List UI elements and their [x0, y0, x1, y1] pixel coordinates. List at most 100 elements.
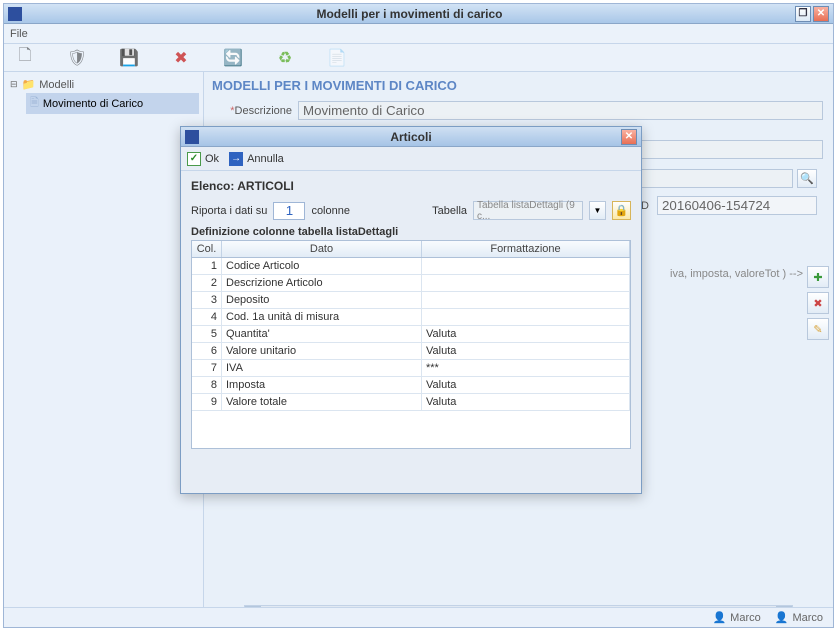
cell-fmt[interactable]: *** — [422, 360, 630, 376]
grid-body[interactable]: 1Codice Articolo2Descrizione Articolo3De… — [192, 258, 630, 448]
cell-dato[interactable]: Imposta — [222, 377, 422, 393]
cell-dato[interactable]: Codice Articolo — [222, 258, 422, 274]
status-user-2: 👤Marco — [775, 611, 823, 624]
user-icon: 👤 — [712, 611, 726, 624]
cell-dato[interactable]: Quantita' — [222, 326, 422, 342]
close-button[interactable]: ✕ — [813, 6, 829, 22]
doc-icon: 🗎 — [30, 94, 39, 113]
columns-grid: Col. Dato Formattazione 1Codice Articolo… — [191, 240, 631, 449]
ok-icon: ✓ — [187, 152, 201, 166]
table-row[interactable]: 4Cod. 1a unità di misura — [192, 309, 630, 326]
edit-button[interactable]: ✎ — [807, 318, 829, 340]
riporta-label: Riporta i dati su — [191, 205, 267, 217]
menubar: File — [4, 24, 833, 44]
table-row[interactable]: 6Valore unitarioValuta — [192, 343, 630, 360]
table-row[interactable]: 7IVA*** — [192, 360, 630, 377]
tree-child-label: Movimento di Carico — [43, 98, 143, 110]
cell-dato[interactable]: Valore totale — [222, 394, 422, 410]
user-icon: 👤 — [775, 611, 789, 624]
menu-file[interactable]: File — [10, 28, 28, 40]
main-titlebar: Modelli per i movimenti di carico ❐ ✕ — [4, 4, 833, 24]
app-icon — [8, 7, 22, 21]
annulla-button[interactable]: → Annulla — [229, 152, 284, 166]
cell-dato[interactable]: Valore unitario — [222, 343, 422, 359]
export-icon[interactable]: 📄 — [326, 47, 348, 69]
tree-root[interactable]: ⊟ 📁 Modelli — [8, 76, 199, 93]
bg-text-hint: iva, imposta, valoreTot ) --> — [670, 268, 803, 280]
cell-col[interactable]: 7 — [192, 360, 222, 376]
cell-col[interactable]: 5 — [192, 326, 222, 342]
window-title: Modelli per i movimenti di carico — [26, 7, 793, 21]
ok-button[interactable]: ✓ Ok — [187, 152, 219, 166]
tabella-combo-button[interactable]: ▼ — [589, 201, 606, 220]
restore-button[interactable]: ❐ — [795, 6, 811, 22]
folder-icon: 📁 — [22, 78, 36, 91]
refresh-icon[interactable]: 🔄 — [222, 47, 244, 69]
lock-button[interactable]: 🔒 — [612, 201, 631, 220]
colonne-label: colonne — [311, 205, 350, 217]
cell-fmt[interactable]: Valuta — [422, 343, 630, 359]
tabella-label: Tabella — [432, 205, 467, 217]
dialog-body: Elenco: ARTICOLI Riporta i dati su colon… — [181, 171, 641, 493]
statusbar: 👤Marco 👤Marco — [4, 607, 833, 627]
cols-row: Riporta i dati su colonne Tabella Tabell… — [191, 201, 631, 220]
cell-col[interactable]: 3 — [192, 292, 222, 308]
tabella-combo[interactable]: Tabella listaDettagli (9 c... — [473, 201, 583, 220]
save-icon[interactable]: 💾 — [118, 47, 140, 69]
cell-col[interactable]: 1 — [192, 258, 222, 274]
add-button[interactable]: ✚ — [807, 266, 829, 288]
cell-dato[interactable]: Cod. 1a unità di misura — [222, 309, 422, 325]
definizione-heading: Definizione colonne tabella listaDettagl… — [191, 226, 631, 238]
descrizione-label: *Descrizione — [208, 105, 298, 117]
dialog-app-icon — [185, 130, 199, 144]
dialog-close-button[interactable]: ✕ — [621, 129, 637, 145]
cell-col[interactable]: 6 — [192, 343, 222, 359]
header-dato[interactable]: Dato — [222, 241, 422, 257]
table-row[interactable]: 9Valore totaleValuta — [192, 394, 630, 411]
new-doc-icon[interactable]: 🗋 — [14, 47, 36, 69]
id-input — [657, 196, 817, 215]
tree-root-label: Modelli — [39, 79, 74, 91]
table-row[interactable]: 3Deposito — [192, 292, 630, 309]
cell-col[interactable]: 4 — [192, 309, 222, 325]
sidebar: ⊟ 📁 Modelli 🗎 Movimento di Carico — [4, 72, 204, 627]
status-user-1: 👤Marco — [712, 611, 760, 624]
dialog-toolbar: ✓ Ok → Annulla — [181, 147, 641, 171]
cell-col[interactable]: 2 — [192, 275, 222, 291]
main-toolbar: 🗋 🛡 💾 ✖ 🔄 ♻ 📄 — [4, 44, 833, 72]
table-row[interactable]: 1Codice Articolo — [192, 258, 630, 275]
articoli-dialog: Articoli ✕ ✓ Ok → Annulla Elenco: ARTICO… — [180, 126, 642, 494]
cell-fmt[interactable] — [422, 275, 630, 291]
cell-fmt[interactable] — [422, 309, 630, 325]
cell-dato[interactable]: Descrizione Articolo — [222, 275, 422, 291]
cell-fmt[interactable]: Valuta — [422, 377, 630, 393]
recycle-icon[interactable]: ♻ — [274, 47, 296, 69]
cell-fmt[interactable] — [422, 292, 630, 308]
delete-icon[interactable]: ✖ — [170, 47, 192, 69]
section-title: MODELLI PER I MOVIMENTI DI CARICO — [208, 76, 823, 99]
cell-fmt[interactable]: Valuta — [422, 326, 630, 342]
cell-fmt[interactable] — [422, 258, 630, 274]
elenco-heading: Elenco: ARTICOLI — [191, 179, 631, 193]
shield-icon[interactable]: 🛡 — [66, 47, 88, 69]
side-buttons: ✚ ✖ ✎ — [807, 266, 829, 340]
dialog-title: Articoli — [203, 130, 619, 144]
tree-toggle-icon[interactable]: ⊟ — [10, 79, 18, 90]
table-row[interactable]: 8ImpostaValuta — [192, 377, 630, 394]
cell-col[interactable]: 9 — [192, 394, 222, 410]
cell-dato[interactable]: Deposito — [222, 292, 422, 308]
dialog-titlebar: Articoli ✕ — [181, 127, 641, 147]
table-row[interactable]: 2Descrizione Articolo — [192, 275, 630, 292]
header-fmt[interactable]: Formattazione — [422, 241, 630, 257]
table-row[interactable]: 5Quantita'Valuta — [192, 326, 630, 343]
cell-col[interactable]: 8 — [192, 377, 222, 393]
header-col[interactable]: Col. — [192, 241, 222, 257]
tree-child-movimento[interactable]: 🗎 Movimento di Carico — [26, 93, 199, 114]
search-button[interactable]: 🔍 — [797, 169, 817, 188]
cell-fmt[interactable]: Valuta — [422, 394, 630, 410]
columns-input[interactable] — [273, 202, 305, 220]
cell-dato[interactable]: IVA — [222, 360, 422, 376]
remove-button[interactable]: ✖ — [807, 292, 829, 314]
descrizione-row: *Descrizione — [208, 101, 823, 120]
descrizione-input[interactable] — [298, 101, 823, 120]
